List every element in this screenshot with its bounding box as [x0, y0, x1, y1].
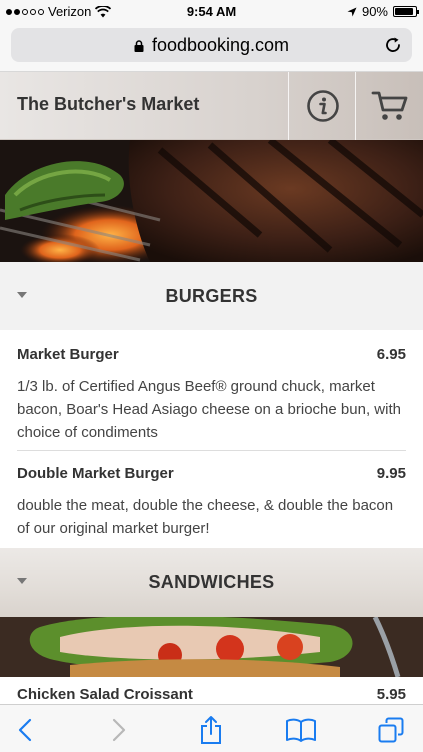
cart-button[interactable]	[355, 72, 423, 140]
item-name: Double Market Burger	[17, 465, 174, 482]
sandwich-image	[0, 617, 423, 677]
forward-button[interactable]	[104, 715, 134, 745]
share-button[interactable]	[196, 715, 226, 745]
bookmarks-button[interactable]	[286, 715, 316, 745]
status-right: 90%	[347, 4, 419, 19]
category-header-burgers[interactable]: BURGERS	[0, 262, 423, 330]
item-description: 1/3 lb. of Certified Angus Beef® ground …	[17, 378, 401, 441]
cart-icon	[371, 91, 407, 120]
battery-icon	[393, 6, 419, 17]
lock-icon	[134, 40, 144, 52]
back-icon	[18, 718, 32, 742]
restaurant-header: The Butcher's Market	[0, 72, 423, 140]
menu-item[interactable]: Chicken Salad Croissant 5.95	[17, 686, 406, 703]
restaurant-name: The Butcher's Market	[17, 94, 200, 114]
sandwich-photo	[0, 617, 423, 677]
reload-icon[interactable]	[384, 36, 402, 54]
browser-toolbar	[0, 704, 423, 752]
info-icon	[306, 90, 339, 122]
item-price: 9.95	[376, 465, 406, 482]
item-divider	[17, 450, 406, 451]
info-button[interactable]	[288, 72, 356, 140]
browser-address-bar: foodbooking.com	[0, 22, 423, 72]
category-header-sandwiches[interactable]: SANDWICHES	[0, 548, 423, 617]
steak-photo	[0, 140, 423, 262]
menu-item[interactable]: Market Burger 6.95 1/3 lb. of Certified …	[17, 346, 406, 444]
category-title: BURGERS	[165, 286, 258, 306]
item-name: Chicken Salad Croissant	[17, 686, 193, 703]
battery-level	[395, 8, 413, 15]
tabs-icon	[378, 717, 404, 743]
category-title: SANDWICHES	[148, 572, 275, 592]
url-text: foodbooking.com	[151, 35, 290, 55]
battery-percent: 90%	[361, 4, 388, 19]
item-price: 5.95	[376, 686, 406, 703]
tabs-button[interactable]	[376, 715, 406, 745]
item-name: Market Burger	[17, 346, 119, 363]
hero-steak-image	[0, 140, 423, 262]
url-field[interactable]: foodbooking.com	[11, 28, 412, 62]
item-description: double the meat, double the cheese, & do…	[17, 497, 394, 537]
status-bar: Verizon 9:54 AM 90%	[0, 0, 423, 22]
location-icon	[347, 7, 357, 16]
menu-item[interactable]: Double Market Burger 9.95 double the mea…	[17, 465, 406, 540]
back-button[interactable]	[10, 715, 40, 745]
item-price: 6.95	[376, 346, 406, 363]
share-icon	[201, 716, 221, 744]
bookmarks-icon	[286, 718, 316, 742]
url-display[interactable]: foodbooking.com	[11, 35, 412, 56]
forward-icon	[112, 718, 126, 742]
